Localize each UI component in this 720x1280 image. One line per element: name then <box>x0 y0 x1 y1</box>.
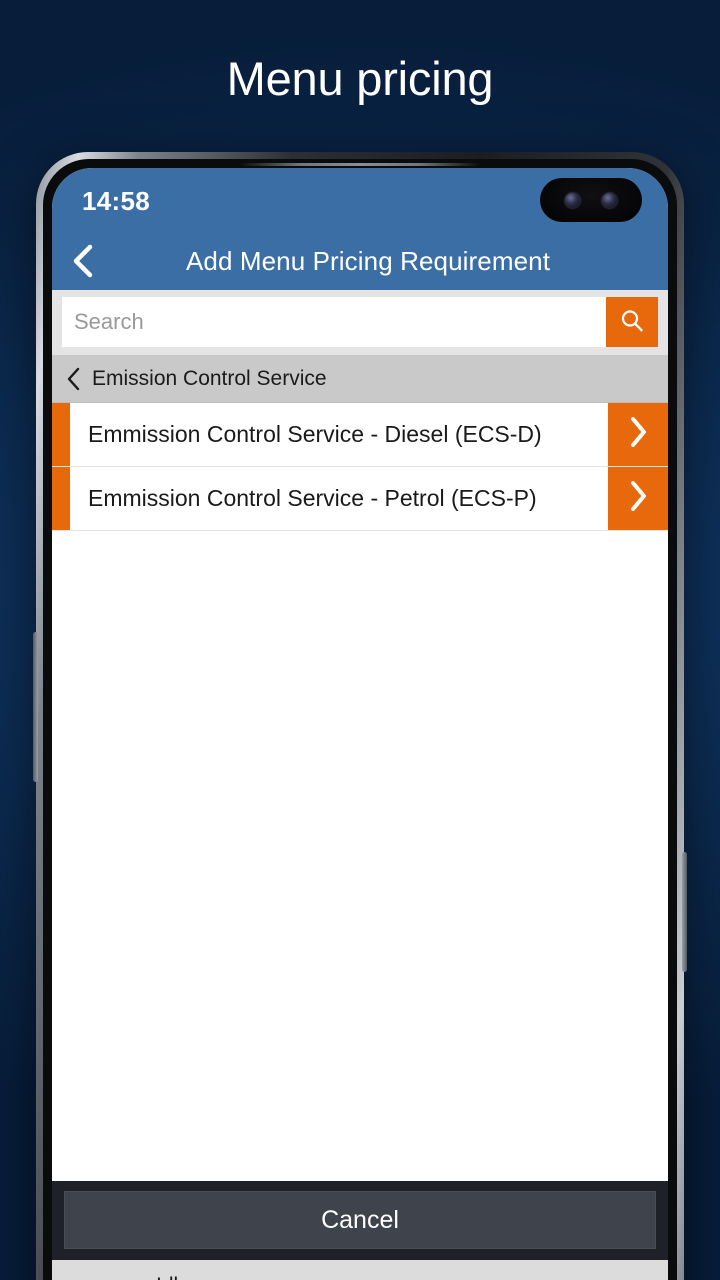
list-item-drilldown-button[interactable] <box>608 403 668 466</box>
result-list: Emmission Control Service - Diesel (ECS-… <box>52 403 668 1181</box>
page-title: Menu pricing <box>226 52 494 105</box>
row-accent-bar <box>52 403 70 466</box>
hamburger-menu-icon[interactable] <box>52 1272 156 1280</box>
camera-lens-left <box>565 192 580 208</box>
list-item-label: Emmission Control Service - Petrol (ECS-… <box>88 485 537 511</box>
list-item-drilldown-button[interactable] <box>608 467 668 530</box>
bottom-status-text: Idle Total Time: 00:02:35 <box>156 1272 347 1280</box>
bottom-status-bar: Idle Total Time: 00:02:35 <box>52 1260 668 1280</box>
search-input[interactable] <box>62 297 606 347</box>
phone-screen: 14:58 Add Menu Pricing Requirement Searc… <box>52 168 668 1280</box>
header-title: Add Menu Pricing Requirement <box>185 245 551 276</box>
status-bar: 14:58 <box>52 168 668 232</box>
chevron-left-icon <box>66 366 82 392</box>
search-button[interactable] <box>606 297 658 347</box>
footer-action-bar: Cancel <box>52 1181 668 1260</box>
list-item[interactable]: Emmission Control Service - Petrol (ECS-… <box>52 467 668 531</box>
app-header: Add Menu Pricing Requirement <box>52 232 668 290</box>
camera-lens-right <box>602 192 617 208</box>
chevron-right-icon <box>626 415 650 454</box>
status-badge: Idle <box>156 1274 347 1280</box>
search-icon <box>618 307 646 338</box>
search-bar <box>52 290 668 355</box>
power-button[interactable] <box>682 852 687 972</box>
breadcrumb-label: Emission Control Service <box>92 366 327 390</box>
phone-bezel: 14:58 Add Menu Pricing Requirement Searc… <box>43 159 677 1280</box>
phone-device-frame: 14:58 Add Menu Pricing Requirement Searc… <box>33 152 687 1280</box>
promo-backdrop: Menu pricing 14:58 Add Menu Pricing Requ… <box>0 0 720 1280</box>
row-accent-bar <box>52 467 70 530</box>
volume-button[interactable] <box>33 632 38 782</box>
earpiece-speaker <box>240 163 480 166</box>
dual-camera-cutout-icon <box>540 178 642 222</box>
status-clock: 14:58 <box>82 186 150 216</box>
chevron-right-icon <box>626 479 650 518</box>
list-item[interactable]: Emmission Control Service - Diesel (ECS-… <box>52 403 668 467</box>
list-item-label: Emmission Control Service - Diesel (ECS-… <box>88 421 542 447</box>
breadcrumb[interactable]: Emission Control Service <box>52 355 668 403</box>
cancel-button[interactable]: Cancel <box>64 1191 656 1249</box>
